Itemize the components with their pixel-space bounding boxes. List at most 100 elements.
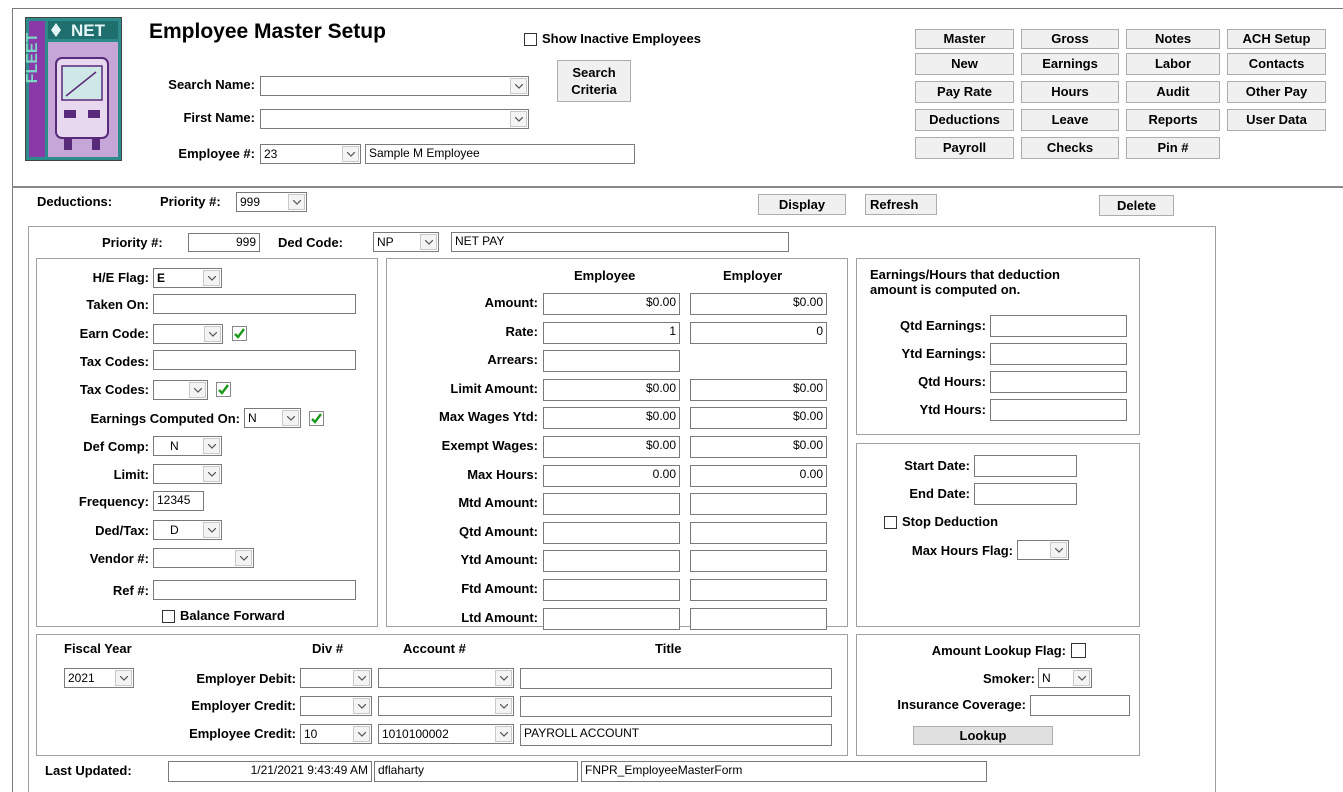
ded-description-field[interactable]: NET PAY [451,232,789,252]
taken-on-field[interactable] [153,294,356,314]
earnings-computed-combo[interactable]: N [244,408,301,428]
stop-deduction-checkbox[interactable] [884,516,897,529]
employer-debit-account-combo[interactable] [378,668,514,688]
smoker-combo[interactable]: N [1038,668,1092,688]
chevron-down-icon[interactable] [203,438,220,454]
priority-select[interactable]: 999 [236,192,307,212]
employee-amount-field[interactable] [543,350,680,372]
chevron-down-icon[interactable] [235,550,252,566]
employee-name-field[interactable]: Sample M Employee [365,144,635,164]
amount-lookup-flag-checkbox[interactable] [1071,643,1086,658]
employer-amount-field[interactable] [690,608,827,630]
ref-field[interactable] [153,580,356,600]
chevron-down-icon[interactable] [420,234,437,250]
chevron-down-icon[interactable] [203,270,220,286]
balance-forward-checkbox[interactable] [162,610,175,623]
employer-amount-field[interactable] [690,493,827,515]
he-flag-combo[interactable]: E [153,268,222,288]
nav-ach-setup-button[interactable]: ACH Setup [1227,29,1326,49]
chevron-down-icon[interactable] [203,466,220,482]
chevron-down-icon[interactable] [115,670,132,686]
employee-amount-field[interactable] [543,493,680,515]
chevron-down-icon[interactable] [1073,670,1090,686]
nav-reports-button[interactable]: Reports [1126,109,1220,131]
insurance-coverage-field[interactable] [1030,695,1130,716]
chevron-down-icon[interactable] [189,382,206,398]
chevron-down-icon[interactable] [1050,542,1067,558]
employee-amount-field[interactable] [543,608,680,630]
employee-amount-field[interactable]: $0.00 [543,379,680,401]
nav-leave-button[interactable]: Leave [1021,109,1119,131]
employee-number-combo[interactable]: 23 [260,144,361,164]
fiscal-year-combo[interactable]: 2021 [64,668,134,688]
employee-amount-field[interactable] [543,579,680,601]
employer-credit-account-combo[interactable] [378,696,514,716]
employer-credit-div-combo[interactable] [300,696,372,716]
ded-tax-combo[interactable]: D [153,520,222,540]
employer-amount-field[interactable]: $0.00 [690,407,827,429]
chevron-down-icon[interactable] [288,194,305,210]
employer-amount-field[interactable] [690,579,827,601]
nav-payroll-button[interactable]: Payroll [915,137,1014,159]
nav-new-button[interactable]: New [915,53,1014,75]
chevron-down-icon[interactable] [353,726,370,742]
employee-credit-title-field[interactable]: PAYROLL ACCOUNT [520,724,832,746]
end-date-field[interactable] [974,483,1077,505]
search-name-combo[interactable] [260,76,529,96]
nav-user-data-button[interactable]: User Data [1227,109,1326,131]
nav-deductions-button[interactable]: Deductions [915,109,1014,131]
refresh-button[interactable]: Refresh [865,194,937,215]
chevron-down-icon[interactable] [204,326,221,342]
nav-pay-rate-button[interactable]: Pay Rate [915,81,1014,103]
ytd-earnings-field[interactable] [990,343,1127,365]
employer-debit-title-field[interactable] [520,668,832,689]
chevron-down-icon[interactable] [353,670,370,686]
green-check-icon[interactable] [309,411,324,426]
delete-button[interactable]: Delete [1099,195,1174,216]
first-name-combo[interactable] [260,109,529,129]
max-hours-flag-combo[interactable] [1017,540,1069,560]
employee-amount-field[interactable]: 0.00 [543,465,680,487]
employer-amount-field[interactable]: $0.00 [690,379,827,401]
chevron-down-icon[interactable] [203,522,220,538]
ded-code-combo[interactable]: NP [373,232,439,252]
employee-credit-div-combo[interactable]: 10 [300,724,372,744]
employer-amount-field[interactable]: 0 [690,322,827,344]
qtd-hours-field[interactable] [990,371,1127,393]
limit-combo[interactable] [153,464,222,484]
display-button[interactable]: Display [758,194,846,215]
chevron-down-icon[interactable] [342,146,359,162]
chevron-down-icon[interactable] [353,698,370,714]
vendor-combo[interactable] [153,548,254,568]
employee-amount-field[interactable]: $0.00 [543,436,680,458]
nav-notes-button[interactable]: Notes [1126,29,1220,49]
def-comp-combo[interactable]: N [153,436,222,456]
green-check-icon[interactable] [232,326,247,341]
employer-amount-field[interactable]: $0.00 [690,436,827,458]
earn-code-combo[interactable] [153,324,223,344]
chevron-down-icon[interactable] [282,410,299,426]
employee-amount-field[interactable] [543,522,680,544]
chevron-down-icon[interactable] [495,670,512,686]
chevron-down-icon[interactable] [510,111,527,127]
nav-gross-button[interactable]: Gross [1021,29,1119,49]
green-check-icon[interactable] [216,382,231,397]
ytd-hours-field[interactable] [990,399,1127,421]
employee-amount-field[interactable]: $0.00 [543,293,680,315]
nav-labor-button[interactable]: Labor [1126,53,1220,75]
employee-amount-field[interactable]: 1 [543,322,680,344]
show-inactive-checkbox[interactable] [524,33,537,46]
tax-codes-combo[interactable] [153,380,208,400]
employee-amount-field[interactable] [543,550,680,572]
employer-amount-field[interactable] [690,550,827,572]
nav-master-button[interactable]: Master [915,29,1014,49]
chevron-down-icon[interactable] [495,698,512,714]
start-date-field[interactable] [974,455,1077,477]
nav-hours-button[interactable]: Hours [1021,81,1119,103]
employer-credit-title-field[interactable] [520,696,832,717]
chevron-down-icon[interactable] [495,726,512,742]
priority-field[interactable]: 999 [188,233,260,252]
frequency-field[interactable]: 12345 [153,491,204,511]
nav-checks-button[interactable]: Checks [1021,137,1119,159]
lookup-button[interactable]: Lookup [913,726,1053,745]
